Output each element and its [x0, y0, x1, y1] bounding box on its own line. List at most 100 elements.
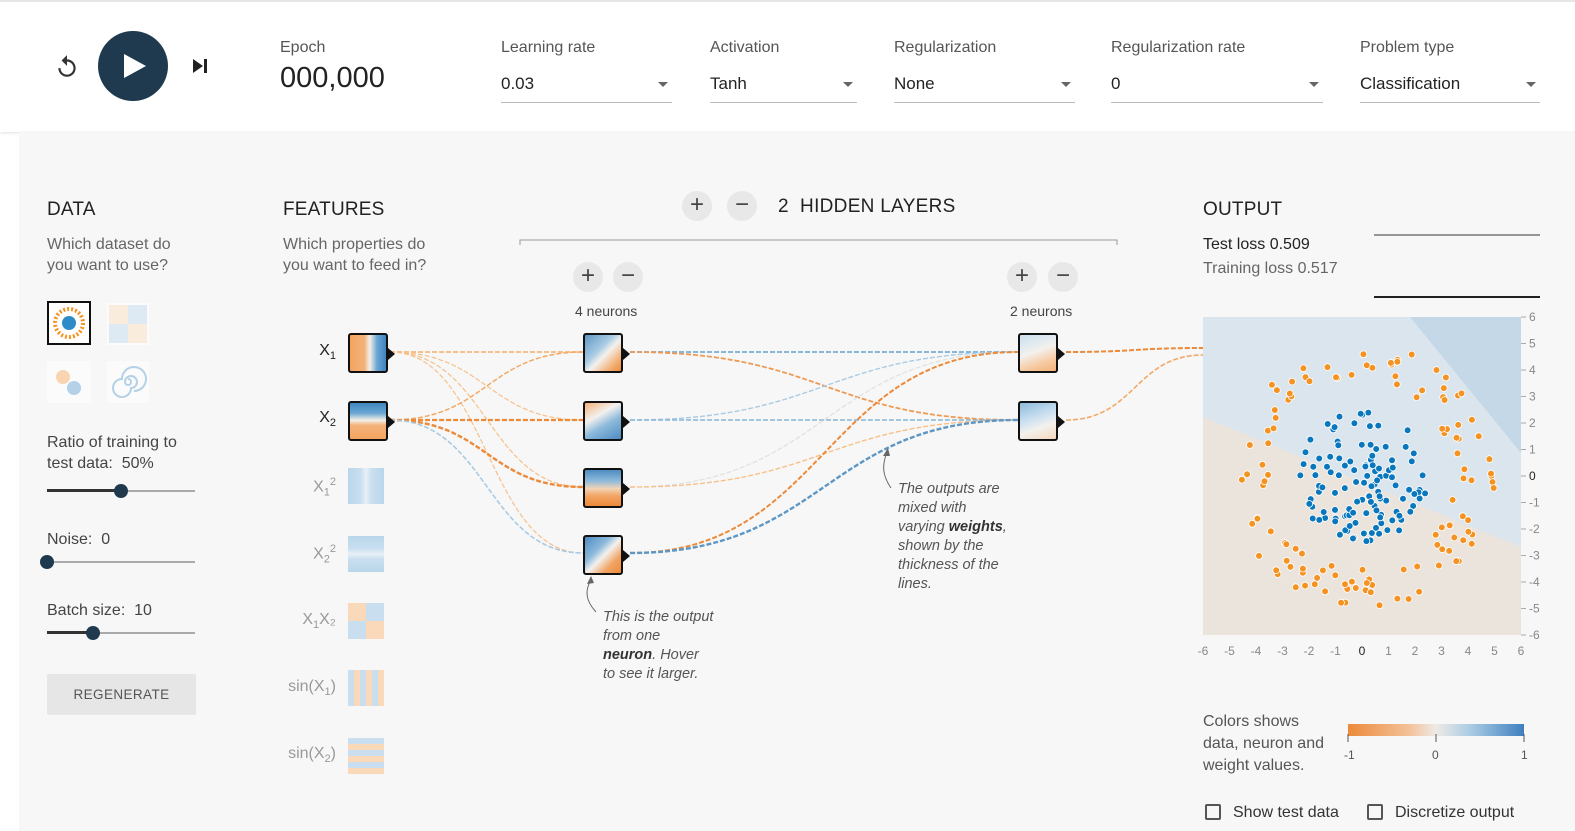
- y-tick-label: -4: [1529, 575, 1540, 589]
- layer2-add-neuron-button[interactable]: +: [1007, 262, 1037, 292]
- discretize-output-checkbox[interactable]: [1367, 804, 1383, 820]
- neuron-l1-1[interactable]: [583, 333, 630, 373]
- layer2-remove-neuron-button[interactable]: −: [1048, 262, 1078, 292]
- data-point-orange: [1468, 415, 1476, 424]
- data-point-orange: [1299, 364, 1308, 373]
- feature-node-x2-squared[interactable]: [348, 536, 384, 572]
- data-point-orange: [1253, 514, 1262, 523]
- data-point-blue: [1376, 513, 1385, 522]
- data-point-orange: [1412, 393, 1421, 401]
- annotation-line: This is the output: [603, 609, 714, 625]
- data-point-orange: [1258, 460, 1267, 469]
- feature-node-x1-squared[interactable]: [348, 468, 384, 504]
- data-point-blue: [1375, 464, 1383, 473]
- data-point-orange: [1269, 424, 1278, 433]
- y-tick-label: -1: [1529, 496, 1540, 510]
- data-point-orange: [1246, 441, 1254, 449]
- data-point-blue: [1311, 471, 1320, 479]
- data-point-blue: [1353, 497, 1361, 506]
- training-loss-label: Training loss: [1203, 260, 1294, 277]
- data-point-orange: [1418, 386, 1426, 395]
- data-point-orange: [1452, 434, 1461, 442]
- remove-layer-button[interactable]: −: [727, 191, 757, 221]
- x-tick-label: 6: [1518, 644, 1525, 658]
- data-point-blue: [1335, 471, 1343, 480]
- data-point-orange: [1399, 565, 1408, 574]
- neuron-note-arrowhead: [587, 576, 594, 584]
- y-tick-label: -3: [1529, 549, 1540, 563]
- data-point-orange: [1311, 580, 1319, 589]
- data-point-blue: [1331, 517, 1340, 526]
- data-point-blue: [1346, 457, 1355, 466]
- data-point-orange: [1457, 389, 1466, 398]
- data-point-orange: [1299, 564, 1307, 573]
- data-point-orange: [1282, 540, 1291, 549]
- data-point-blue: [1330, 423, 1339, 431]
- x-tick-label: 4: [1465, 644, 1472, 658]
- neuron-l1-4[interactable]: [583, 535, 630, 575]
- y-tick-label: 6: [1529, 310, 1536, 324]
- data-point-orange: [1273, 386, 1281, 394]
- neuron-l2-2[interactable]: [1018, 401, 1065, 441]
- data-point-blue: [1367, 482, 1376, 491]
- neuron-l1-2[interactable]: [583, 401, 630, 441]
- data-point-blue: [1301, 448, 1310, 457]
- link-m1-out: [1065, 347, 1204, 353]
- data-point-blue: [1331, 489, 1339, 497]
- data-point-blue: [1368, 452, 1377, 460]
- data-point-orange: [1367, 588, 1375, 597]
- feature-node-sin-x2[interactable]: [348, 738, 384, 774]
- data-point-orange: [1264, 471, 1272, 479]
- data-point-orange: [1415, 587, 1423, 596]
- x-tick-label: 1: [1385, 644, 1392, 658]
- data-point-orange: [1459, 536, 1468, 545]
- feature-node-x2[interactable]: [348, 401, 395, 441]
- data-point-orange: [1264, 439, 1272, 448]
- layer2-neuron-count: 2 neurons: [1010, 303, 1073, 319]
- data-point-blue: [1341, 484, 1349, 492]
- data-point-blue: [1388, 473, 1396, 482]
- data-point-blue: [1309, 462, 1318, 471]
- data-point-orange: [1319, 566, 1327, 575]
- layer1-add-neuron-button[interactable]: +: [573, 262, 603, 292]
- data-point-blue: [1388, 516, 1397, 525]
- data-point-orange: [1489, 484, 1498, 492]
- data-point-blue: [1308, 514, 1317, 523]
- add-layer-button[interactable]: +: [682, 191, 712, 221]
- test-loss-value: 0.509: [1269, 236, 1310, 253]
- layer1-remove-neuron-button[interactable]: −: [613, 262, 643, 292]
- data-point-orange: [1288, 377, 1296, 386]
- neuron-l1-3[interactable]: [583, 468, 630, 508]
- feature-node-sin-x1[interactable]: [348, 670, 384, 706]
- data-point-orange: [1467, 476, 1476, 485]
- data-point-orange: [1332, 373, 1340, 381]
- data-point-orange: [1459, 474, 1468, 483]
- data-point-orange: [1393, 357, 1402, 366]
- feature-node-x1[interactable]: [348, 333, 395, 373]
- weights-annotation: The outputs are mixed with varying weigh…: [898, 480, 1007, 594]
- annotation-text: . Hover: [652, 647, 699, 663]
- data-point-blue: [1323, 463, 1331, 471]
- y-tick-label: 5: [1529, 337, 1536, 351]
- data-point-orange: [1359, 350, 1368, 359]
- weights-note-arrow: [883, 451, 892, 489]
- data-point-orange: [1352, 584, 1360, 592]
- show-test-data-checkbox[interactable]: [1205, 804, 1221, 820]
- feature-node-x1x2[interactable]: [348, 603, 384, 639]
- data-point-orange: [1347, 371, 1356, 379]
- neuron-annotation: This is the output from one neuron. Hove…: [603, 608, 713, 684]
- y-tick-label: 3: [1529, 390, 1536, 404]
- output-plot[interactable]: 6 5 4 3 2 1 0 -1 -2 -3 -4 -5 -6 -6 -5 -4 -3 -2 -1 0 1 2 3 4 5 6: [1190, 305, 1550, 665]
- data-point-blue: [1421, 489, 1429, 498]
- x-tick-label: 2: [1412, 644, 1419, 658]
- data-point-orange: [1445, 547, 1454, 555]
- data-point-orange: [1255, 552, 1263, 560]
- output-heading: OUTPUT: [1203, 199, 1283, 220]
- data-point-orange: [1413, 562, 1422, 571]
- y-tick-label: 4: [1529, 363, 1536, 377]
- node-output-arrow: [388, 348, 395, 360]
- data-point-blue: [1319, 508, 1328, 516]
- neuron-l2-1[interactable]: [1018, 333, 1065, 373]
- data-point-orange: [1452, 557, 1461, 565]
- data-point-blue: [1360, 529, 1368, 538]
